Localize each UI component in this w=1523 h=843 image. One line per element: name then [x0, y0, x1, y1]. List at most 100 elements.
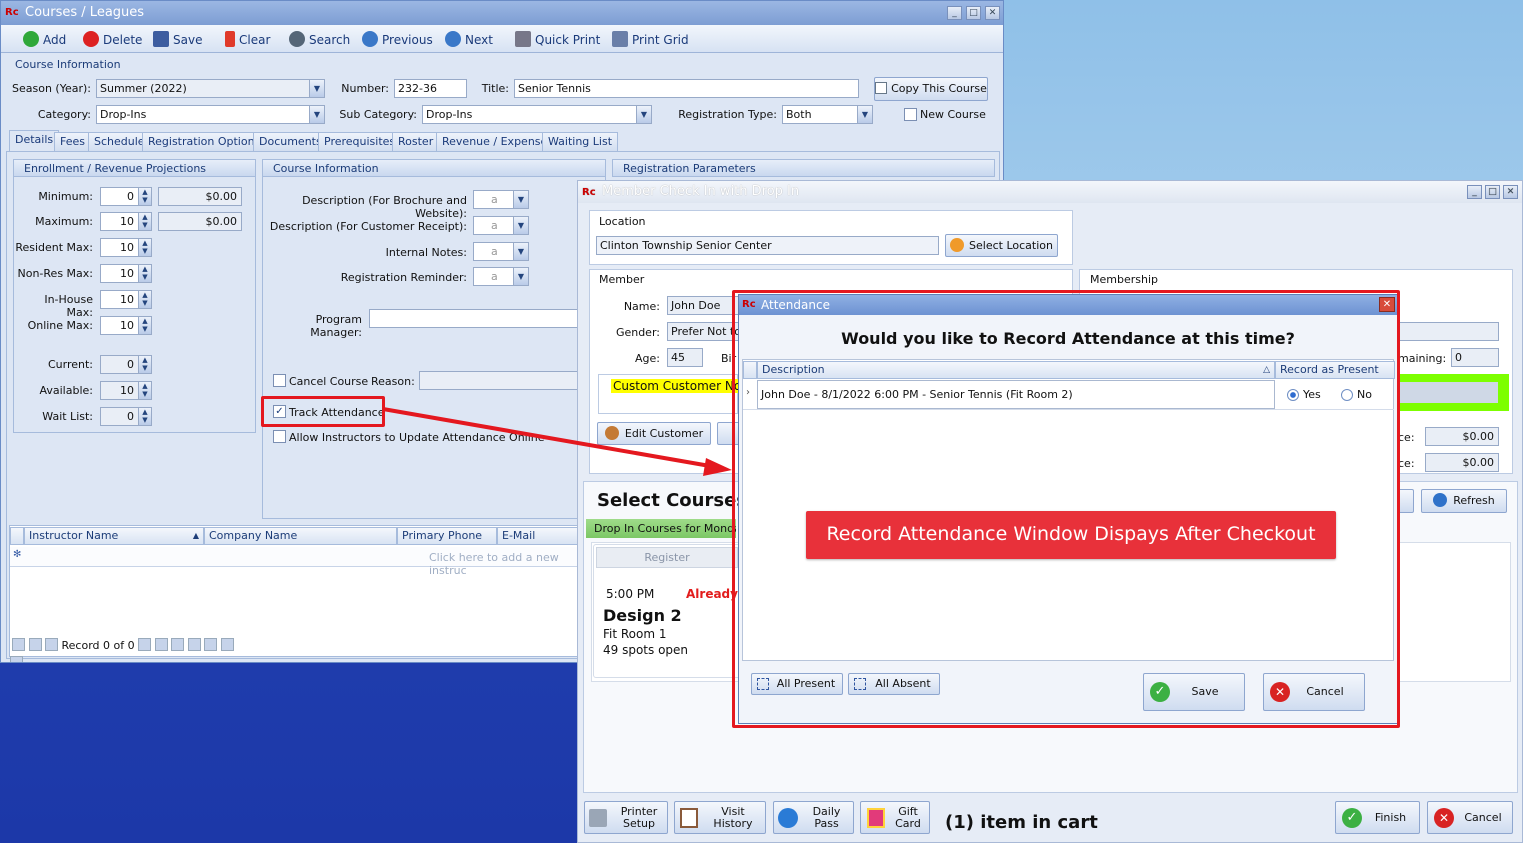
next-button[interactable]: Next [445, 31, 493, 48]
nav-last-icon[interactable] [171, 638, 185, 651]
gift-icon [867, 808, 885, 828]
edit-customer-button[interactable]: Edit Customer [597, 422, 711, 445]
spin-icon[interactable]: ▲ ▼ [138, 213, 151, 230]
inhouse-max-spinner[interactable]: 10 ▲ ▼ [100, 290, 152, 309]
copy-course-button[interactable]: Copy This Course [874, 77, 988, 101]
printer-setup-button[interactable]: Printer Setup [584, 801, 668, 834]
price1-label: ce: [1398, 431, 1415, 444]
col-company-name[interactable]: Company Name [204, 527, 397, 545]
title-label: Title: [481, 82, 509, 95]
category-select[interactable]: Drop-Ins ▼ [96, 105, 325, 124]
spin-icon[interactable]: ▲ ▼ [138, 317, 151, 334]
maximize-icon[interactable]: □ [1485, 185, 1500, 199]
title-input[interactable]: Senior Tennis [514, 79, 859, 98]
chevron-down-icon[interactable]: ▼ [513, 217, 528, 234]
current-label: Current: [47, 358, 93, 371]
course-time: 5:00 PM [606, 587, 655, 601]
regtype-select[interactable]: Both ▼ [782, 105, 873, 124]
courses-toolbar: Add Delete Save Clear Search Previous Ne… [1, 25, 1003, 53]
internal-notes-editor[interactable]: a ▼ [473, 242, 529, 261]
minimum-spinner[interactable]: 0 ▲ ▼ [100, 187, 152, 206]
search-button[interactable]: Search [289, 31, 350, 48]
daily-pass-button[interactable]: Daily Pass [773, 801, 854, 834]
nav-cancel-icon[interactable] [10, 656, 23, 662]
cart-status: (1) item in cart [945, 812, 1098, 833]
close-icon[interactable]: ✕ [985, 6, 1000, 20]
add-button[interactable]: Add [23, 31, 66, 48]
finish-button[interactable]: ✓ Finish [1335, 801, 1420, 834]
membership-status-inner [1398, 382, 1498, 403]
desc-brochure-editor[interactable]: a ▼ [473, 190, 529, 209]
course-info-panel-header: Course Information [262, 159, 606, 177]
record-count: Record 0 of 0 [61, 639, 135, 652]
chevron-down-icon[interactable]: ▼ [513, 191, 528, 208]
nav-first-icon[interactable] [12, 638, 25, 651]
register-button[interactable]: Register [596, 547, 738, 568]
visit-history-button[interactable]: Visit History [674, 801, 766, 834]
tab-registration-options[interactable]: Registration Options [142, 132, 267, 152]
extra-refresh-left-button[interactable] [1398, 489, 1414, 513]
season-select[interactable]: Summer (2022) ▼ [96, 79, 325, 98]
minimize-icon[interactable]: _ [1467, 185, 1482, 199]
select-location-button[interactable]: Select Location [945, 234, 1058, 257]
nav-edit-icon[interactable] [220, 638, 234, 651]
refresh-button[interactable]: Refresh [1421, 489, 1507, 513]
cancel-course-checkbox[interactable] [273, 374, 286, 387]
minimize-icon[interactable]: _ [947, 6, 962, 20]
new-course-checkbox[interactable] [904, 108, 917, 121]
nonres-max-spinner[interactable]: 10 ▲ ▼ [100, 264, 152, 283]
tab-waiting-list[interactable]: Waiting List [542, 132, 619, 152]
resident-max-spinner[interactable]: 10 ▲ ▼ [100, 238, 152, 257]
tab-roster[interactable]: Roster [392, 132, 440, 152]
tab-details[interactable]: Details [9, 130, 60, 152]
maximum-spinner[interactable]: 10 ▲ ▼ [100, 212, 152, 231]
tab-revenue-expense[interactable]: Revenue / Expense [436, 132, 554, 152]
program-manager-input[interactable] [369, 309, 605, 328]
tab-prerequisites[interactable]: Prerequisites [318, 132, 402, 152]
reg-params-header: Registration Parameters [612, 159, 995, 177]
cancel-checkin-button[interactable]: ✕ Cancel [1427, 801, 1513, 834]
col-primary-phone[interactable]: Primary Phone [397, 527, 497, 545]
chevron-down-icon[interactable]: ▼ [513, 268, 528, 285]
remaining-value: 0 [1451, 348, 1499, 367]
nav-prev-page-icon[interactable] [28, 638, 42, 651]
printer-icon [515, 31, 531, 47]
new-row[interactable]: ✻ Click here to add a new instruc [10, 547, 590, 577]
online-max-spinner[interactable]: 10 ▲ ▼ [100, 316, 152, 335]
maximize-icon[interactable]: □ [966, 6, 981, 20]
nav-delete-icon[interactable] [204, 638, 218, 651]
course-card[interactable]: Register 5:00 PM Already Design 2 Fit Ro… [593, 544, 741, 678]
tab-documents[interactable]: Documents [253, 132, 328, 152]
print-grid-button[interactable]: Print Grid [612, 31, 689, 48]
col-instructor-name[interactable]: Instructor Name ▲ [24, 527, 204, 545]
membership-header: Membership [1090, 273, 1158, 286]
refresh-icon [1433, 493, 1448, 507]
subcategory-select[interactable]: Drop-Ins ▼ [422, 105, 652, 124]
gift-card-button[interactable]: Gift Card [860, 801, 930, 834]
previous-button[interactable]: Previous [362, 31, 433, 48]
nav-next-icon[interactable] [138, 638, 152, 651]
save-button[interactable]: Save [153, 31, 202, 48]
nav-add-icon[interactable] [187, 638, 201, 651]
allow-instructors-checkbox[interactable] [273, 430, 286, 443]
quick-print-button[interactable]: Quick Print [515, 31, 600, 48]
spin-icon[interactable]: ▲ ▼ [138, 265, 151, 282]
number-input[interactable]: 232-36 [394, 79, 467, 98]
spin-icon[interactable]: ▲ ▼ [138, 291, 151, 308]
grid-indicator-col [10, 527, 24, 545]
course-spots: 49 spots open [603, 643, 689, 657]
clear-button[interactable]: Clear [225, 31, 270, 48]
tab-fees[interactable]: Fees [54, 132, 91, 152]
close-icon[interactable]: ✕ [1503, 185, 1518, 199]
customer-icon [604, 426, 619, 440]
desc-receipt-editor[interactable]: a ▼ [473, 216, 529, 235]
reg-reminder-editor[interactable]: a ▼ [473, 267, 529, 286]
nav-next-page-icon[interactable] [154, 638, 168, 651]
text-edit-icon: a [491, 245, 498, 258]
track-attendance-highlight [261, 396, 385, 427]
nav-prev-icon[interactable] [45, 638, 58, 651]
spin-icon[interactable]: ▲ ▼ [138, 239, 151, 256]
spin-icon[interactable]: ▲ ▼ [138, 188, 151, 205]
delete-button[interactable]: Delete [83, 31, 142, 48]
chevron-down-icon[interactable]: ▼ [513, 243, 528, 260]
